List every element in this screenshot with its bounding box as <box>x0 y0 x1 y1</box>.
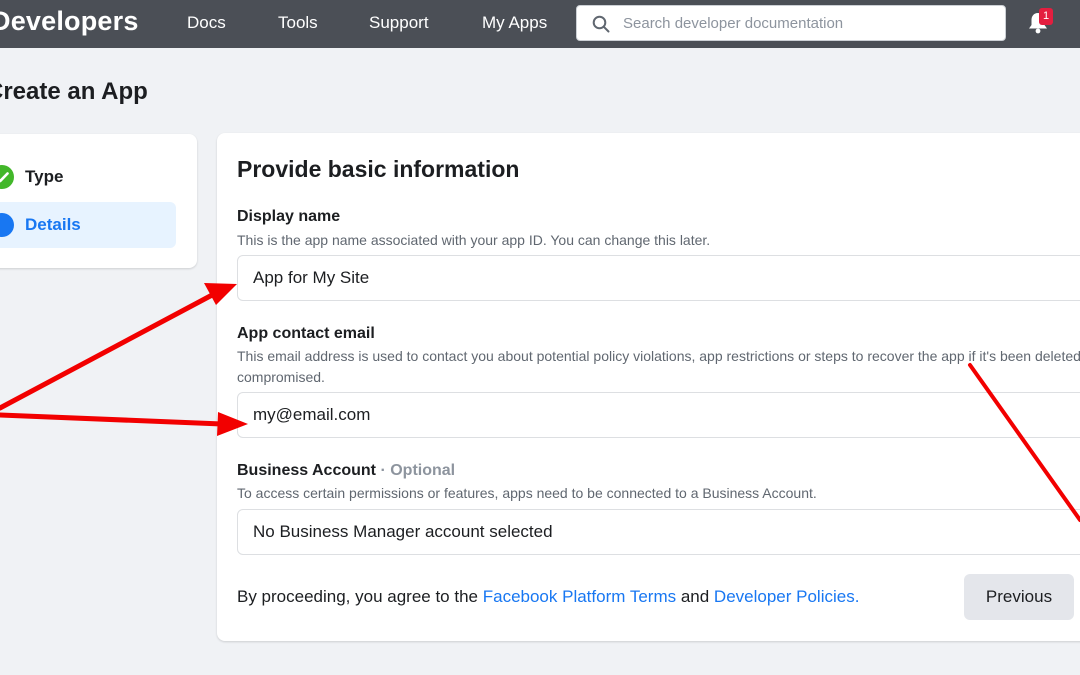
business-account-label: Business Account · Optional <box>237 462 455 480</box>
platform-terms-link[interactable]: Facebook Platform Terms <box>483 587 676 606</box>
step-type-label: Type <box>25 167 64 186</box>
developer-policies-link[interactable]: Developer Policies <box>714 587 855 606</box>
contact-email-label: App contact email <box>237 325 375 342</box>
notification-badge: 1 <box>1039 8 1053 25</box>
contact-email-help-line2: compromised. <box>237 369 325 385</box>
search-input[interactable] <box>623 6 993 40</box>
contact-email-help-line1: This email address is used to contact yo… <box>237 348 1080 364</box>
search-icon <box>592 15 610 33</box>
terms-notice: By proceeding, you agree to the Facebook… <box>237 587 859 607</box>
terms-suffix: . <box>854 587 860 606</box>
optional-tag: · Optional <box>380 462 456 479</box>
arrow-to-contact-email <box>0 412 248 436</box>
business-account-label-text: Business Account <box>237 462 376 479</box>
display-name-help: This is the app name associated with you… <box>237 232 711 248</box>
page-title: Create an App <box>0 78 148 105</box>
nav-link-support[interactable]: Support <box>369 13 429 33</box>
step-details-label: Details <box>25 215 81 234</box>
arrow-to-display-name <box>0 283 237 411</box>
previous-button[interactable]: Previous <box>964 574 1074 620</box>
step-type[interactable]: Type <box>0 154 176 200</box>
search-box[interactable] <box>576 5 1006 41</box>
nav-link-my-apps[interactable]: My Apps <box>482 13 547 33</box>
business-account-select[interactable]: No Business Manager account selected <box>237 509 1080 555</box>
contact-email-input[interactable] <box>237 392 1080 438</box>
nav-link-docs[interactable]: Docs <box>187 13 226 33</box>
top-nav: Developers Docs Tools Support My Apps 1 <box>0 0 1080 48</box>
nav-link-tools[interactable]: Tools <box>278 13 318 33</box>
stepper-card: Type Details <box>0 134 197 268</box>
check-icon <box>0 165 14 189</box>
business-account-help: To access certain permissions or feature… <box>237 485 817 501</box>
display-name-input[interactable] <box>237 255 1080 301</box>
display-name-label: Display name <box>237 208 341 225</box>
card-title: Provide basic information <box>237 156 520 182</box>
basic-info-card: Provide basic information Display name T… <box>217 133 1080 641</box>
terms-prefix: By proceeding, you agree to the <box>237 587 483 606</box>
step-dot-icon <box>0 213 14 237</box>
step-details[interactable]: Details <box>0 202 176 248</box>
terms-middle: and <box>676 587 714 606</box>
business-account-selected-value: No Business Manager account selected <box>253 522 553 541</box>
brand-logo[interactable]: Developers <box>0 6 139 37</box>
